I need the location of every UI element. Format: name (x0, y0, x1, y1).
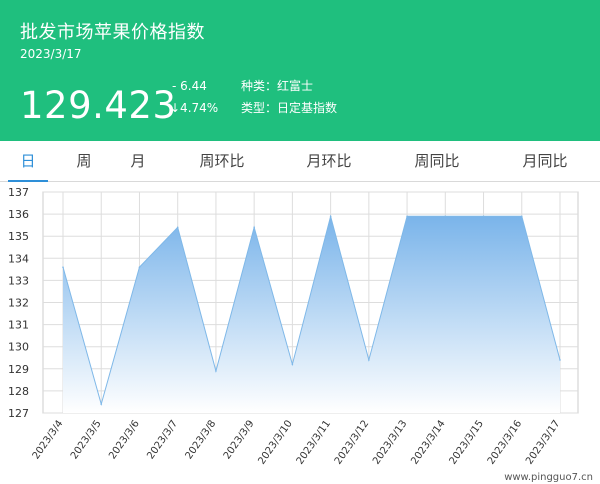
data-point (215, 370, 217, 372)
x-tick-label: 2023/3/6 (107, 418, 142, 461)
data-point (253, 226, 255, 229)
tab-month-year-on-year[interactable]: 月同比 (513, 141, 577, 182)
data-point (482, 215, 485, 218)
series-area (63, 216, 560, 413)
tab-week-year-on-year[interactable]: 周同比 (405, 141, 469, 182)
data-point (368, 359, 370, 361)
x-axis-ticks: 2023/3/4 2023/3/5 2023/3/6 2023/3/7 2023/3/8… (31, 418, 563, 466)
x-tick-label: 2023/3/8 (184, 418, 219, 461)
x-tick-label: 2023/3/16 (486, 418, 524, 466)
x-tick-label: 2023/3/13 (371, 418, 409, 466)
data-point (176, 226, 179, 229)
y-tick-label: 127 (8, 407, 29, 420)
x-tick-label: 2023/3/14 (409, 418, 447, 466)
x-tick-label: 2023/3/9 (222, 418, 257, 461)
change-percent: ↓4.74% (170, 101, 219, 115)
data-point (444, 215, 447, 218)
x-tick-label: 2023/3/7 (145, 418, 180, 461)
x-tick-label: 2023/3/5 (69, 418, 104, 461)
y-tick-label: 135 (8, 230, 29, 243)
period-tabs: 日 周 月 周环比 月环比 周同比 月同比 (0, 141, 600, 182)
y-tick-label: 133 (8, 274, 29, 287)
y-tick-label: 131 (8, 319, 29, 332)
variety-label: 种类：红富士 (241, 79, 314, 93)
page-title: 批发市场苹果价格指数 (20, 22, 205, 43)
x-tick-label: 2023/3/11 (295, 418, 333, 466)
x-tick-label: 2023/3/12 (333, 418, 371, 466)
x-tick-label: 2023/3/17 (524, 418, 562, 466)
y-tick-label: 137 (8, 186, 29, 199)
y-tick-label: 130 (8, 341, 29, 354)
header-banner: 批发市场苹果价格指数 2023/3/17 129.423 - 6.44 ↓4.7… (0, 0, 600, 141)
tab-week-on-week[interactable]: 周环比 (190, 141, 254, 182)
y-tick-label: 136 (8, 208, 29, 221)
tab-month-on-month[interactable]: 月环比 (297, 141, 361, 182)
data-point (329, 215, 332, 218)
data-point (100, 403, 103, 405)
x-tick-label: 2023/3/10 (256, 418, 294, 466)
data-point (62, 266, 64, 268)
data-point (138, 266, 141, 268)
chart-area (62, 214, 561, 413)
x-tick-label: 2023/3/15 (448, 418, 486, 466)
report-date: 2023/3/17 (20, 47, 82, 61)
data-point (559, 359, 561, 361)
index-type-label: 类型：日定基指数 (241, 101, 338, 115)
data-point (406, 215, 408, 218)
data-point (291, 363, 294, 366)
watermark: www.pingguo7.cn (504, 472, 593, 483)
data-point (520, 215, 523, 218)
y-tick-label: 134 (8, 252, 29, 265)
x-tick-label: 2023/3/4 (31, 418, 66, 461)
price-index-chart: 127 128 129 130 131 132 133 134 135 136 137 2023/3… (8, 186, 593, 483)
tab-day[interactable]: 日 (8, 141, 48, 182)
y-tick-label: 132 (8, 297, 29, 310)
y-tick-label: 129 (8, 363, 29, 376)
tab-week[interactable]: 周 (64, 141, 104, 182)
change-value: - 6.44 (172, 79, 207, 93)
y-axis-ticks: 127 128 129 130 131 132 133 134 135 136 137 (8, 186, 29, 420)
tab-month[interactable]: 月 (118, 141, 158, 182)
index-value: 129.423 (20, 84, 177, 127)
y-tick-label: 128 (8, 385, 29, 398)
